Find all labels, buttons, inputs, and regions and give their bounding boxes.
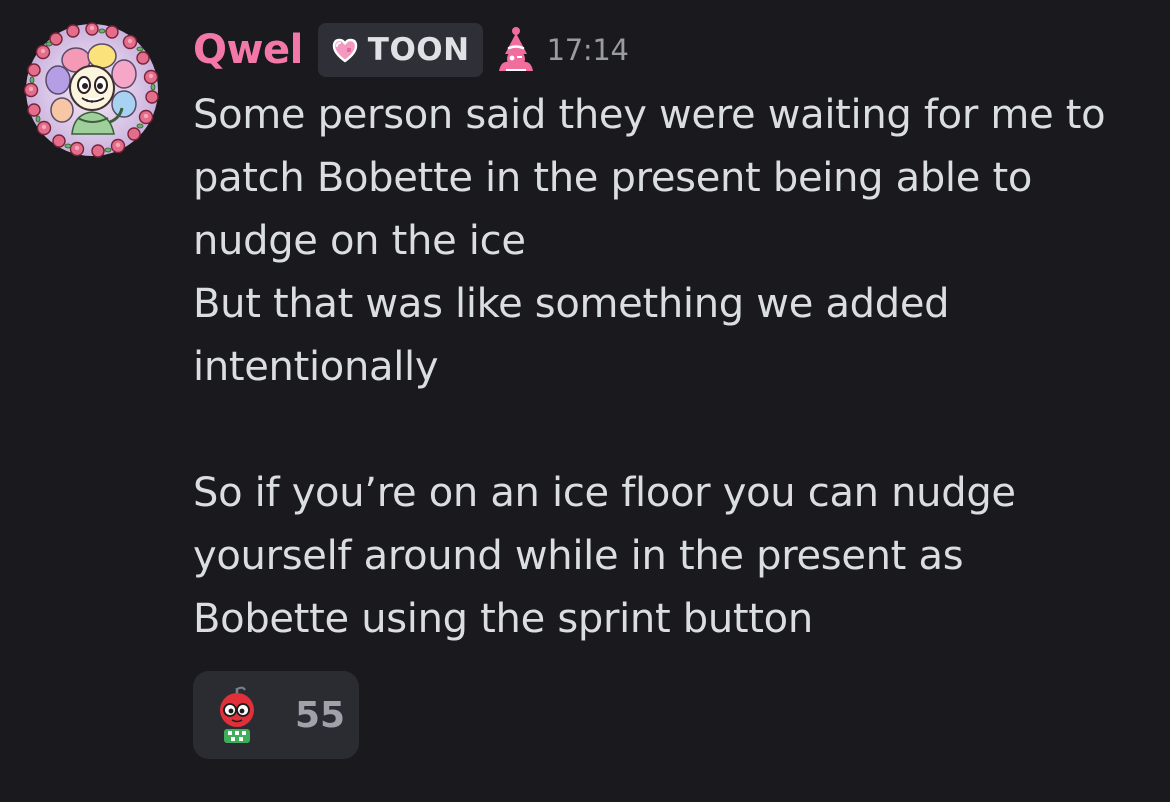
message-line: So if you’re on an ice floor you can nud… [193, 470, 1016, 516]
apple-character-emoji-icon [215, 684, 259, 746]
reaction-count: 55 [295, 694, 346, 736]
message-line: patch Bobette in the present being able … [193, 155, 1033, 201]
message-content: Some person said they were waiting for m… [193, 84, 1153, 651]
avatar-image [24, 22, 159, 158]
message-line: intentionally [193, 344, 439, 390]
server-tag[interactable]: TOON [317, 23, 483, 77]
message-timestamp: 17:14 [546, 33, 629, 67]
author-name[interactable]: Qwel [193, 27, 303, 73]
message-line: But that was like something we added [193, 281, 950, 327]
pixel-heart-icon [332, 38, 357, 63]
message-line: Some person said they were waiting for m… [193, 92, 1106, 138]
reaction-button[interactable]: 55 [193, 671, 359, 759]
message-header: Qwel TOON 17:14 [193, 22, 629, 78]
pink-clown-hat-icon[interactable] [495, 26, 537, 74]
message-line: yourself around while in the present as [193, 533, 964, 579]
message-line: nudge on the ice [193, 218, 526, 264]
user-avatar[interactable] [24, 22, 160, 158]
message-line: Bobette using the sprint button [193, 596, 813, 642]
server-tag-label: TOON [367, 32, 470, 68]
chat-message: Qwel TOON 17:14 Some person said they we… [0, 0, 1170, 802]
